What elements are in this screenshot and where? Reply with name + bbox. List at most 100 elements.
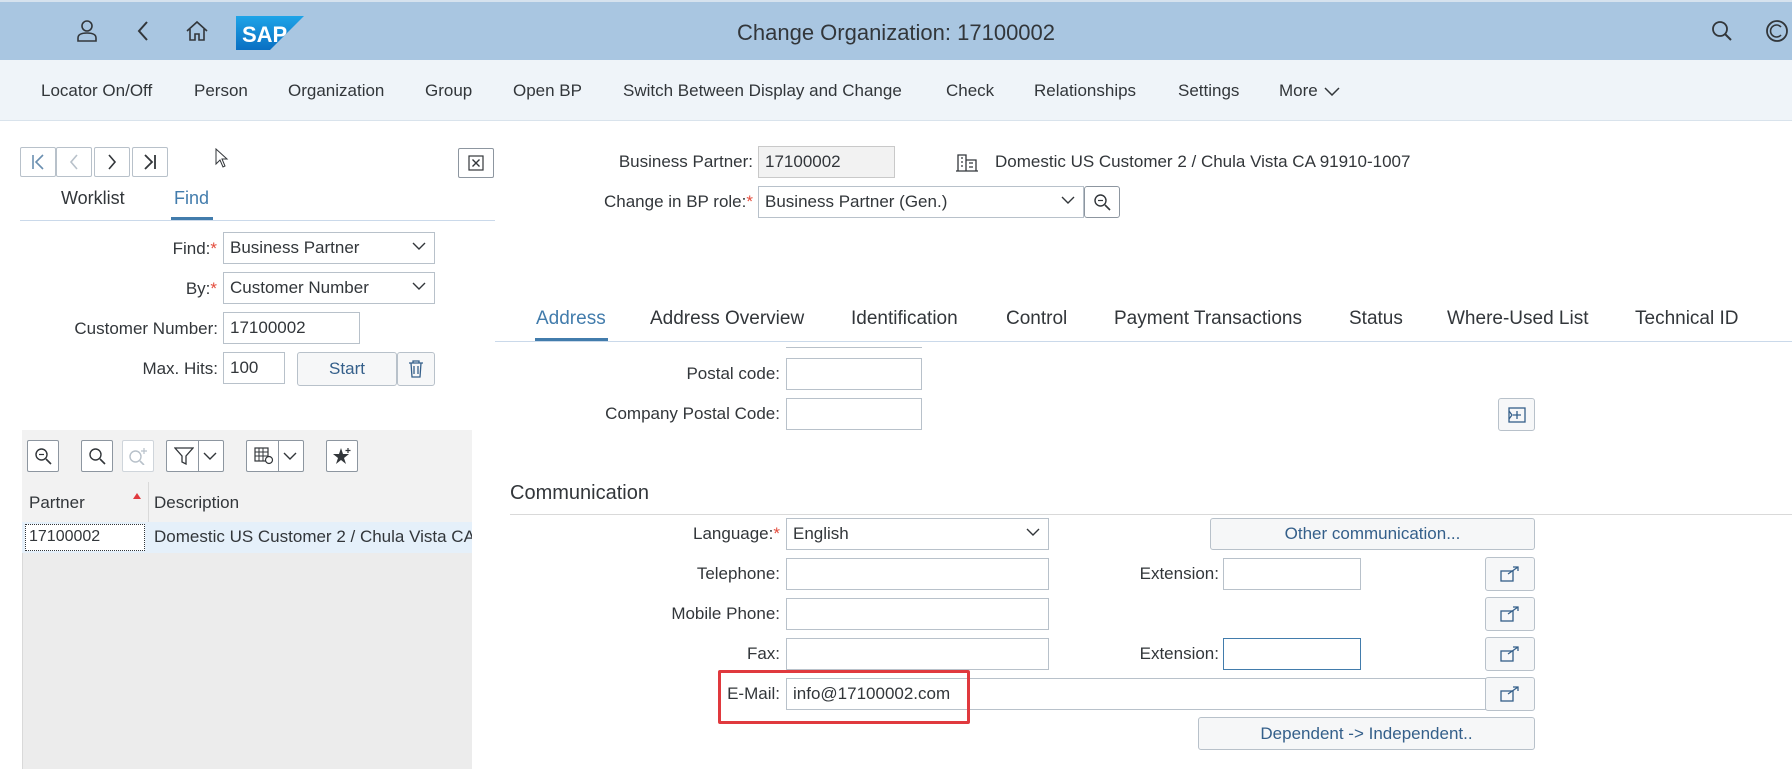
table-row[interactable]: 17100002 Domestic US Customer 2 / Chula … [22,522,472,553]
chevron-right-icon [108,154,117,170]
start-button[interactable]: Start [297,352,397,386]
external-link-icon [1500,606,1519,622]
search-icon [89,448,106,465]
table-settings-icon [253,447,273,465]
extension-label: Extension: [1139,564,1219,583]
by-select[interactable]: Customer Number [223,272,435,304]
other-communication-button[interactable]: Other communication... [1210,518,1535,550]
telephone-details-button[interactable] [1485,557,1535,591]
chevron-left-icon [69,154,78,170]
toolbar-settings[interactable]: Settings [1178,81,1239,101]
fax-details-button[interactable] [1485,637,1535,671]
toolbar-relationships[interactable]: Relationships [1034,81,1136,101]
communication-title: Communication [510,482,649,504]
chevron-down-icon [1324,87,1340,97]
tab-control[interactable]: Control [1006,308,1067,330]
last-icon [144,154,156,170]
find-label: Find:* [172,239,217,258]
telephone-extension-input[interactable] [1223,558,1361,590]
star-icon [333,448,351,464]
tab-identification[interactable]: Identification [851,308,958,330]
toolbar-more[interactable]: More [1279,81,1340,101]
tab-where-used-list[interactable]: Where-Used List [1447,308,1589,330]
sort-ascending-icon [133,493,141,499]
filter-button[interactable] [166,440,224,472]
layout-button[interactable] [246,440,304,472]
fax-extension-label: Extension: [1139,644,1219,663]
fax-label: Fax: [746,644,780,663]
toolbar-open-bp[interactable]: Open BP [513,81,582,101]
toolbar-switch-display-change[interactable]: Switch Between Display and Change [623,81,902,101]
favorites-button[interactable] [326,440,358,472]
tab-divider [20,220,495,221]
postal-code-input[interactable] [786,358,922,390]
grid-header: Partner Description [22,482,472,524]
tab-payment-transactions[interactable]: Payment Transactions [1114,308,1302,330]
by-select-value: Customer Number [230,278,369,297]
cell-partner[interactable]: 17100002 [25,524,145,551]
search-plus-icon [129,448,147,465]
mobile-details-button[interactable] [1485,597,1535,631]
dependent-independent-button[interactable]: Dependent -> Independent.. [1198,717,1535,750]
bp-number-field[interactable]: 17100002 [758,146,895,178]
company-postal-code-input[interactable] [786,398,922,430]
role-label: Change in BP role:* [603,192,753,211]
zoom-details-icon [35,448,52,465]
delete-button[interactable] [397,352,435,386]
cell-description[interactable]: Domestic US Customer 2 / Chula Vista CA [154,527,472,547]
customer-number-input[interactable]: 17100002 [223,312,360,344]
bp-label: Business Partner: [618,152,753,171]
first-page-button[interactable] [20,147,56,177]
max-hits-input[interactable]: 100 [223,352,285,384]
external-link-icon [1500,646,1519,662]
tab-worklist[interactable]: Worklist [61,188,125,209]
language-select[interactable]: English [786,518,1049,550]
mobile-phone-input[interactable] [786,598,1049,630]
tab-technical-id[interactable]: Technical ID [1635,308,1739,330]
find-next-button[interactable] [122,440,154,472]
toolbar-organization[interactable]: Organization [288,81,384,101]
telephone-input[interactable] [786,558,1049,590]
search-icon[interactable] [1707,16,1737,46]
toolbar-group[interactable]: Group [425,81,472,101]
previous-page-button[interactable] [56,147,92,177]
next-page-button[interactable] [94,147,130,177]
column-divider [148,482,149,524]
bp-role-select[interactable]: Business Partner (Gen.) [758,186,1084,218]
shell-header: SAP Change Organization: 17100002 [0,0,1792,60]
tab-address[interactable]: Address [536,308,606,330]
chevron-down-icon [203,452,216,460]
tab-address-overview[interactable]: Address Overview [650,308,804,330]
chevron-down-icon [1026,528,1040,536]
details-button[interactable] [27,440,59,472]
field-bottom-edge [786,347,922,348]
toolbar-more-label: More [1279,81,1318,100]
find-in-grid-button[interactable] [81,440,113,472]
copilot-icon[interactable] [1762,16,1792,46]
fax-extension-input[interactable] [1223,638,1361,670]
tab-status[interactable]: Status [1349,308,1403,330]
column-header-description[interactable]: Description [154,493,239,513]
column-header-partner[interactable]: Partner [29,493,85,513]
postal-code-label: Postal code: [686,364,780,383]
role-search-button[interactable] [1084,186,1120,218]
email-highlight-box [718,670,970,724]
max-hits-label: Max. Hits: [142,359,218,378]
zoom-details-icon [1094,194,1111,211]
tab-divider [495,341,1792,342]
toolbar-person[interactable]: Person [194,81,248,101]
email-details-button[interactable] [1485,677,1535,711]
last-page-button[interactable] [132,147,168,177]
chevron-down-icon [283,452,296,460]
find-select[interactable]: Business Partner [223,232,435,264]
mobile-phone-label: Mobile Phone: [671,604,780,623]
address-expand-button[interactable] [1498,398,1535,431]
tab-find[interactable]: Find [174,188,209,209]
close-locator-button[interactable] [458,148,494,178]
page-title: Change Organization: 17100002 [736,20,1056,45]
toolbar-check[interactable]: Check [946,81,994,101]
toolbar-locator-toggle[interactable]: Locator On/Off [41,81,152,101]
fax-input[interactable] [786,638,1049,670]
trash-icon [409,360,423,378]
filter-icon [173,447,194,465]
